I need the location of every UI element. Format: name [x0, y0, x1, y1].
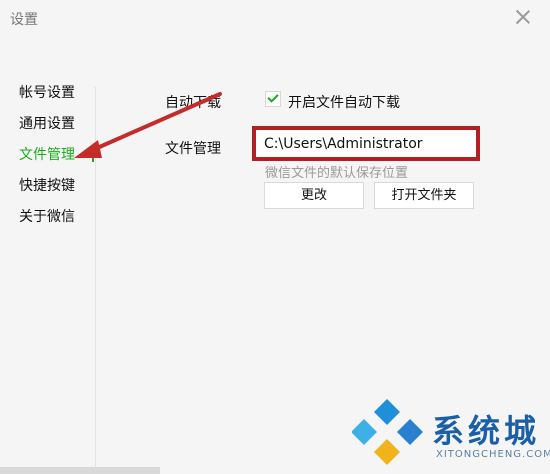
settings-window: 设置 帐号设置 通用设置 文件管理 快捷按键 关于微信 自动下载 开启文件自动下…: [0, 0, 550, 474]
auto-download-checkbox[interactable]: [265, 91, 281, 107]
watermark-brand: 系统城: [432, 412, 541, 450]
close-icon[interactable]: [512, 6, 534, 28]
open-folder-button[interactable]: 打开文件夹: [374, 182, 474, 209]
watermark-site: XITONGCHENG.COM: [436, 449, 550, 460]
save-path-hint: 微信文件的默认保存位置: [265, 166, 409, 181]
red-arrow-annotation: [74, 92, 222, 158]
path-highlight-box: [252, 126, 480, 161]
window-title: 设置: [10, 12, 38, 28]
auto-download-checkbox-label[interactable]: 开启文件自动下载: [288, 92, 400, 112]
save-path-field[interactable]: [264, 135, 464, 153]
sidebar-item-shortcuts[interactable]: 快捷按键: [19, 178, 75, 209]
change-path-button[interactable]: 更改: [264, 182, 364, 209]
sidebar-item-about[interactable]: 关于微信: [19, 209, 75, 240]
bottom-strip: [0, 467, 160, 474]
